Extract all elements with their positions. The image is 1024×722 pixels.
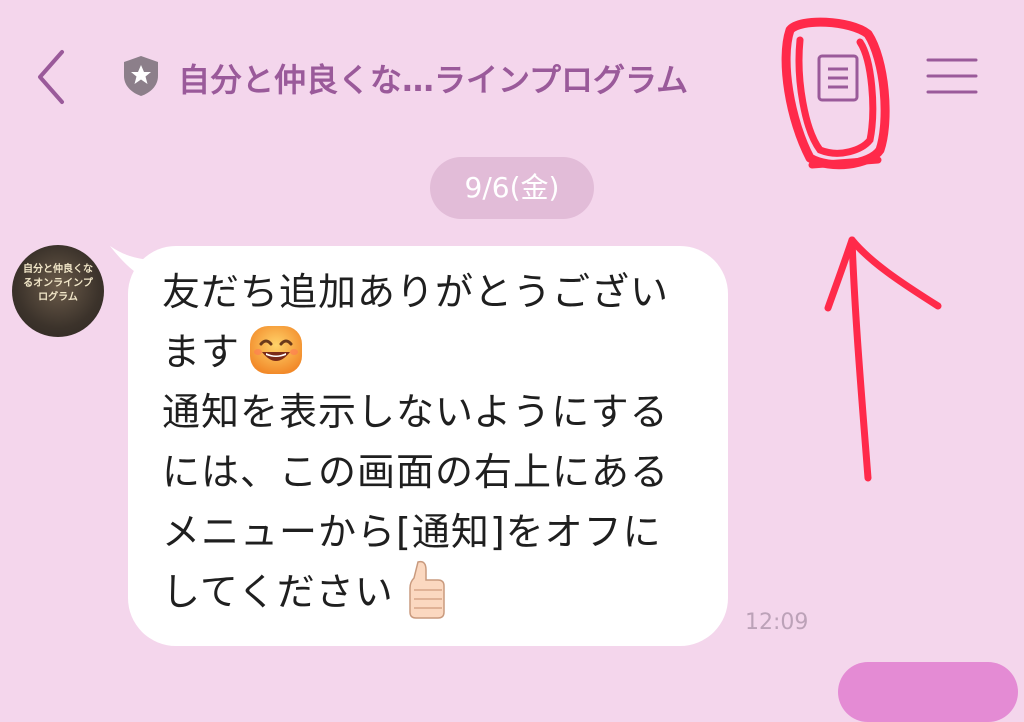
note-icon: [817, 54, 859, 102]
annotation-arrow-shaft: [848, 236, 872, 482]
message-line: には、この画面の右上にある: [162, 450, 670, 494]
message-line-with-emoji: してください: [162, 560, 702, 622]
message-timestamp: 12:09: [745, 610, 809, 635]
note-button[interactable]: [813, 50, 863, 106]
message-line: してください: [162, 570, 394, 614]
message-line: ます: [162, 330, 241, 374]
smiling-face-emoji-icon: [248, 322, 304, 378]
date-separator: 9/6(金): [430, 157, 594, 219]
message-line: メニューから[通知]をオフに: [162, 510, 662, 554]
annotation-circle-bottom: [808, 156, 882, 169]
annotation-arrow-head: [824, 236, 942, 312]
hamburger-menu-icon: [926, 58, 978, 94]
message-line-with-emoji: ます: [162, 322, 702, 382]
message-text: 友だち追加ありがとうござい ます 通知を表示しないようにする には、この画面の右…: [162, 262, 702, 622]
message-line: 友だち追加ありがとうござい: [162, 270, 670, 314]
shield-star-icon: [120, 54, 162, 98]
avatar-caption: 自分と仲良くなるオンラインプログラム: [23, 264, 93, 303]
avatar[interactable]: 自分と仲良くなるオンラインプログラム: [12, 245, 104, 337]
chat-title: 自分と仲良くな…ラインプログラム: [178, 61, 689, 99]
back-button[interactable]: [30, 46, 74, 108]
menu-button[interactable]: [924, 50, 980, 100]
next-message-bubble[interactable]: [838, 662, 1018, 722]
message-line: 通知を表示しないようにする: [162, 390, 669, 434]
chat-header: 自分と仲良くな…ラインプログラム: [0, 0, 1024, 150]
chevron-left-icon: [38, 50, 64, 104]
thumbs-up-emoji-icon: [404, 558, 448, 622]
